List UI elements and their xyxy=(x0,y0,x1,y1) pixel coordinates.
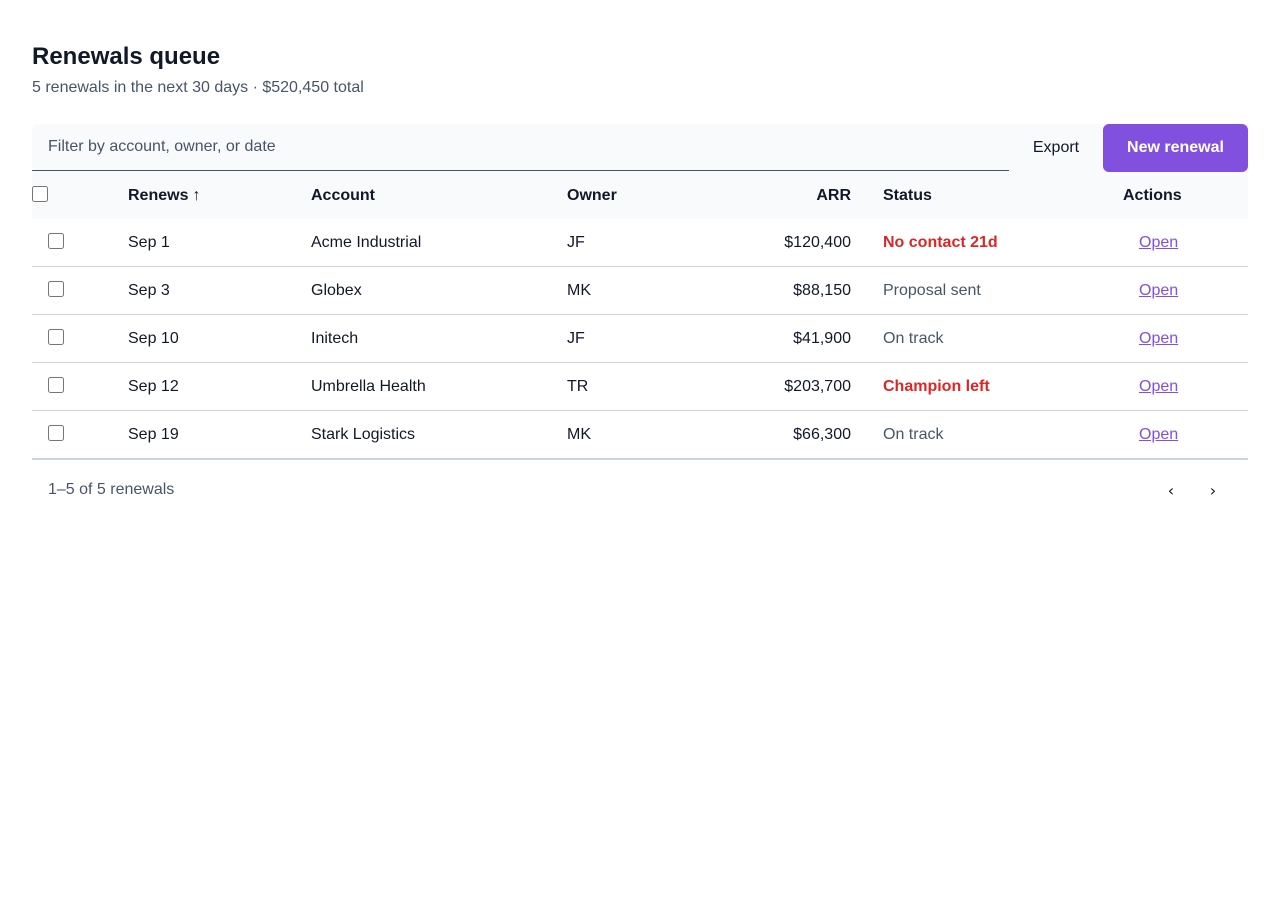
table-header: Renews ↑ Account Owner ARR Status Actions xyxy=(32,172,1248,219)
row-select-cell xyxy=(48,411,64,458)
filter-input[interactable] xyxy=(32,124,1009,171)
open-link[interactable]: Open xyxy=(1139,330,1178,347)
table-row: Sep 1 Acme Industrial JF $120,400 No con… xyxy=(32,219,1248,267)
next-page-button[interactable]: › xyxy=(1197,474,1229,506)
table-row: Sep 3 Globex MK $88,150 Proposal sent Op… xyxy=(32,267,1248,315)
renews-date: Sep 10 xyxy=(128,330,179,347)
owner-initials: MK xyxy=(567,282,591,299)
account-name: Umbrella Health xyxy=(311,378,426,395)
open-link[interactable]: Open xyxy=(1139,426,1178,443)
toolbar: Export New renewal xyxy=(32,124,1248,172)
row-checkbox[interactable] xyxy=(48,424,64,441)
open-link[interactable]: Open xyxy=(1139,234,1178,251)
table-row: Sep 12 Umbrella Health TR $203,700 Champ… xyxy=(32,363,1248,411)
account-name: Acme Industrial xyxy=(311,234,422,251)
arr-value: $120,400 xyxy=(784,234,851,251)
arr-value: $41,900 xyxy=(793,330,851,347)
row-select-cell xyxy=(48,219,64,266)
actions-cell: Open xyxy=(1139,411,1178,458)
status-text: Proposal sent xyxy=(883,282,981,299)
renewals-table: Renews ↑ Account Owner ARR Status Actions… xyxy=(32,172,1248,460)
arr-value: $203,700 xyxy=(784,378,851,395)
select-all-checkbox[interactable] xyxy=(32,185,48,202)
chevron-left-icon: ‹ xyxy=(1167,480,1175,500)
arr-value: $88,150 xyxy=(793,282,851,299)
column-header-arr: ARR xyxy=(816,187,851,204)
row-select-cell xyxy=(48,267,64,314)
sort-ascending-icon: ↑ xyxy=(192,187,201,204)
row-checkbox[interactable] xyxy=(48,280,64,297)
new-renewal-button[interactable]: New renewal xyxy=(1103,124,1248,172)
owner-initials: MK xyxy=(567,426,591,443)
select-all-cell xyxy=(32,172,48,219)
account-name: Initech xyxy=(311,330,359,347)
open-link[interactable]: Open xyxy=(1139,378,1178,395)
renews-date: Sep 12 xyxy=(128,378,179,395)
account-name: Globex xyxy=(311,282,362,299)
actions-cell: Open xyxy=(1139,219,1178,266)
table-row: Sep 10 Initech JF $41,900 On track Open xyxy=(32,315,1248,363)
export-button[interactable]: Export xyxy=(1017,124,1095,172)
open-link[interactable]: Open xyxy=(1139,282,1178,299)
renews-date: Sep 19 xyxy=(128,426,179,443)
column-header-status: Status xyxy=(883,187,932,204)
actions-cell: Open xyxy=(1139,363,1178,410)
status-text: On track xyxy=(883,330,944,347)
previous-page-button[interactable]: ‹ xyxy=(1155,474,1187,506)
status-text: Champion left xyxy=(883,378,990,395)
owner-initials: JF xyxy=(567,234,585,251)
row-checkbox[interactable] xyxy=(48,232,64,249)
status-text: On track xyxy=(883,426,944,443)
renews-date: Sep 1 xyxy=(128,234,170,251)
owner-initials: TR xyxy=(567,378,589,395)
renews-date: Sep 3 xyxy=(128,282,170,299)
page-subtitle: 5 renewals in the next 30 days · $520,45… xyxy=(32,79,364,96)
column-header-account: Account xyxy=(311,187,375,204)
chevron-right-icon: › xyxy=(1209,480,1217,500)
row-checkbox[interactable] xyxy=(48,376,64,393)
row-checkbox[interactable] xyxy=(48,328,64,345)
actions-cell: Open xyxy=(1139,315,1178,362)
table-row: Sep 19 Stark Logistics MK $66,300 On tra… xyxy=(32,411,1248,460)
row-select-cell xyxy=(48,363,64,410)
row-select-cell xyxy=(48,315,64,362)
actions-cell: Open xyxy=(1139,267,1178,314)
pagination-range: 1–5 of 5 renewals xyxy=(48,481,175,498)
pagination: 1–5 of 5 renewals ‹ › xyxy=(32,466,1248,514)
column-header-actions: Actions xyxy=(1123,187,1182,204)
owner-initials: JF xyxy=(567,330,585,347)
column-header-renews[interactable]: Renews ↑ xyxy=(128,172,200,219)
status-text: No contact 21d xyxy=(883,234,998,251)
arr-value: $66,300 xyxy=(793,426,851,443)
account-name: Stark Logistics xyxy=(311,426,416,443)
page-title: Renewals queue xyxy=(32,43,221,70)
column-header-owner: Owner xyxy=(567,187,617,204)
column-header-renews-label: Renews xyxy=(128,187,189,204)
